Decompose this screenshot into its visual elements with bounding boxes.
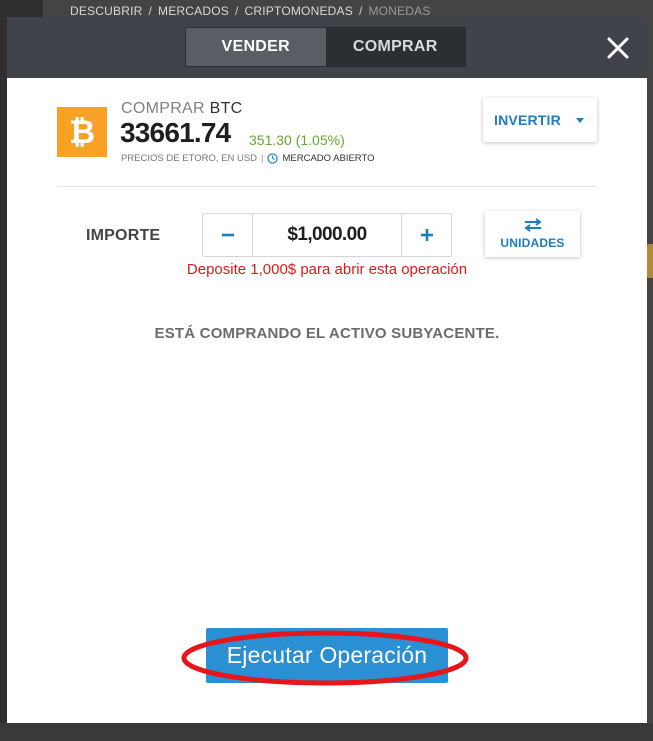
asset-symbol: BTC [209, 100, 243, 117]
asset-action-label: COMPRAR [121, 100, 205, 117]
close-button[interactable] [605, 35, 631, 61]
invest-dropdown[interactable]: INVERTIR [483, 98, 597, 142]
trade-modal: VENDER COMPRAR ₿ COMPRAR BTC 33661.74 35… [7, 17, 647, 723]
execute-trade-button[interactable]: Ejecutar Operación [206, 628, 448, 683]
svg-text:₿: ₿ [69, 114, 95, 150]
units-label: UNIDADES [500, 236, 565, 250]
price-source-note: PRECIOS DE ETORO, EN USD | MERCADO ABIER… [121, 153, 375, 164]
amount-input[interactable]: $1,000.00 [253, 214, 401, 256]
plus-icon [420, 229, 433, 241]
deposit-warning: Deposite 1,000$ para abrir esta operació… [186, 261, 468, 278]
clock-icon [267, 153, 279, 164]
tab-comprar[interactable]: COMPRAR [326, 28, 466, 66]
info-text: ESTÁ COMPRANDO EL ACTIVO SUBYACENTE. [154, 325, 500, 342]
increase-amount-button[interactable] [401, 214, 451, 256]
bottom-backdrop [0, 723, 653, 741]
units-toggle-button[interactable]: UNIDADES [485, 211, 580, 257]
amount-stepper: $1,000.00 [202, 213, 452, 257]
section-divider [57, 186, 597, 187]
edge-tab [647, 244, 653, 278]
price-change: 351.30 (1.05%) [249, 132, 345, 148]
swap-arrows-icon [523, 218, 542, 232]
price-source-text: PRECIOS DE ETORO, EN USD [121, 153, 258, 164]
tab-vender[interactable]: VENDER [186, 28, 326, 66]
modal-header: VENDER COMPRAR [7, 17, 647, 78]
amount-label: IMPORTE [86, 227, 161, 244]
chevron-down-icon [576, 118, 584, 123]
asset-title: COMPRAR BTC [121, 100, 243, 118]
invest-dropdown-label: INVERTIR [494, 112, 561, 128]
note-divider: | [261, 153, 264, 164]
minus-icon [221, 233, 234, 237]
market-status: MERCADO ABIERTO [282, 153, 375, 164]
asset-price: 33661.74 [120, 117, 231, 148]
bitcoin-icon: ₿ [57, 107, 107, 157]
execute-trade-label: Ejecutar Operación [226, 642, 428, 668]
close-icon [607, 37, 629, 59]
sell-buy-toggle: VENDER COMPRAR [185, 27, 466, 67]
decrease-amount-button[interactable] [203, 214, 253, 256]
